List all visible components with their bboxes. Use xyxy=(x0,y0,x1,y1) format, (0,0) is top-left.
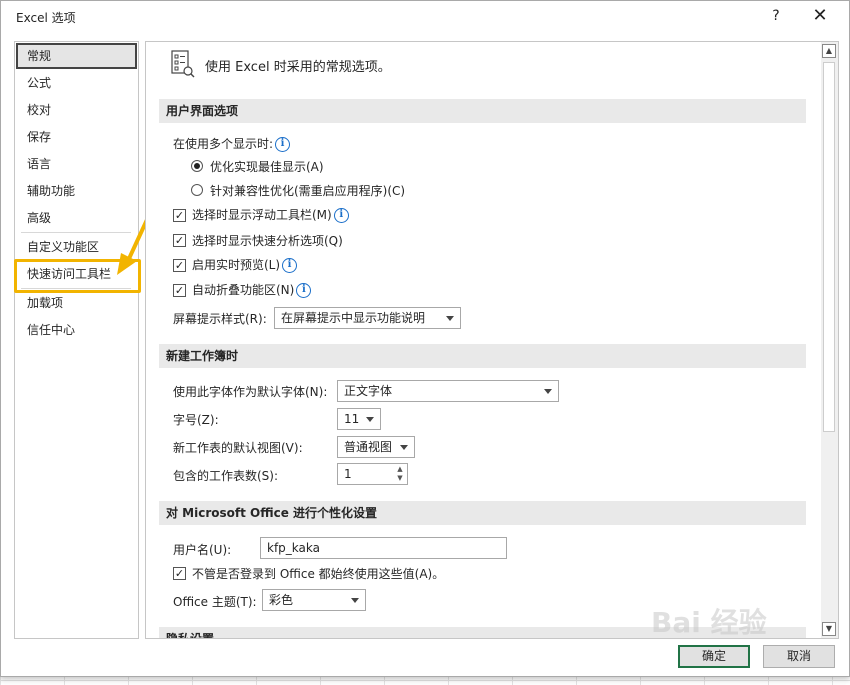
options-content-panel: 使用 Excel 时采用的常规选项。 用户界面选项 在使用多个显示时: i 优化实… xyxy=(145,41,839,639)
content-scrollbar[interactable]: ▲ ▼ xyxy=(821,42,838,638)
check-live-preview[interactable]: ✓ xyxy=(173,259,186,272)
font-size-label: 字号(Z): xyxy=(173,413,219,427)
tooltip-style-dropdown[interactable]: 在屏幕提示中显示功能说明 xyxy=(274,307,461,329)
username-input[interactable]: kfp_kaka xyxy=(260,537,507,559)
help-button[interactable]: ? xyxy=(766,5,786,27)
chevron-down-icon xyxy=(366,417,374,422)
nav-item-trust-center[interactable]: 信任中心 xyxy=(16,317,137,343)
default-font-label: 使用此字体作为默认字体(N): xyxy=(173,385,328,399)
tooltip-style-label: 屏幕提示样式(R): xyxy=(173,312,267,326)
check-always-use-label: 不管是否登录到 Office 都始终使用这些值(A)。 xyxy=(192,567,445,581)
check-live-preview-text: 启用实时预览(L) xyxy=(192,258,281,272)
radio-optimize-display[interactable] xyxy=(191,160,203,172)
sheet-count-value: 1 xyxy=(344,467,352,481)
radio-compat-display[interactable] xyxy=(191,184,203,196)
section-ui-options: 用户界面选项 xyxy=(159,99,806,123)
nav-item-addins[interactable]: 加载项 xyxy=(16,290,137,316)
nav-item-general[interactable]: 常规 xyxy=(16,43,137,69)
chevron-down-icon xyxy=(351,598,359,603)
chevron-down-icon xyxy=(544,389,552,394)
info-icon[interactable]: i xyxy=(282,258,298,273)
scroll-up-icon[interactable]: ▲ xyxy=(822,44,836,58)
nav-item-save[interactable]: 保存 xyxy=(16,124,137,150)
watermark-logo: Bai 经验 xyxy=(651,601,811,661)
check-quick-analysis[interactable]: ✓ xyxy=(173,234,186,247)
scroll-thumb[interactable] xyxy=(823,62,835,432)
check-always-use[interactable]: ✓ xyxy=(173,567,186,580)
section-new-workbook: 新建工作簿时 xyxy=(159,344,806,368)
check-mini-toolbar-label: 选择时显示浮动工具栏(M) i xyxy=(192,206,349,223)
spin-arrows-icon[interactable]: ▲ ▼ xyxy=(395,465,405,483)
multi-display-text: 在使用多个显示时: xyxy=(173,137,274,151)
radio-optimize-label: 优化实现最佳显示(A) xyxy=(210,160,324,174)
office-theme-value: 彩色 xyxy=(269,593,294,607)
nav-item-language[interactable]: 语言 xyxy=(16,151,137,177)
check-collapse-ribbon[interactable]: ✓ xyxy=(173,284,186,297)
close-button[interactable]: ✕ xyxy=(807,5,833,27)
scroll-down-icon[interactable]: ▼ xyxy=(822,622,836,636)
category-nav: 常规 公式 校对 保存 语言 辅助功能 高级 自定义功能区 快速访问工具栏 加载… xyxy=(14,41,139,639)
section-personalize: 对 Microsoft Office 进行个性化设置 xyxy=(159,501,806,525)
sheet-count-label: 包含的工作表数(S): xyxy=(173,469,279,483)
tooltip-style-value: 在屏幕提示中显示功能说明 xyxy=(281,311,426,325)
info-icon[interactable]: i xyxy=(275,137,291,152)
watermark-text: Bai 经验 xyxy=(651,606,767,639)
title-bar: Excel 选项 ? ✕ xyxy=(1,1,849,33)
nav-item-formulas[interactable]: 公式 xyxy=(16,70,137,96)
info-icon[interactable]: i xyxy=(333,208,349,223)
general-options-icon xyxy=(171,50,195,78)
font-size-dropdown[interactable]: 11 xyxy=(337,408,381,430)
default-view-value: 普通视图 xyxy=(344,440,393,454)
check-quick-analysis-label: 选择时显示快速分析选项(Q) xyxy=(192,234,343,248)
check-mini-toolbar[interactable]: ✓ xyxy=(173,209,186,222)
font-size-value: 11 xyxy=(344,412,360,426)
multi-display-label: 在使用多个显示时: i xyxy=(173,135,291,152)
default-view-label: 新工作表的默认视图(V): xyxy=(173,441,303,455)
check-collapse-ribbon-text: 自动折叠功能区(N) xyxy=(192,283,295,297)
check-mini-toolbar-text: 选择时显示浮动工具栏(M) xyxy=(192,208,332,222)
sheet-count-stepper[interactable]: 1 ▲ ▼ xyxy=(337,463,408,485)
check-collapse-ribbon-label: 自动折叠功能区(N) i xyxy=(192,281,312,298)
office-theme-label: Office 主题(T): xyxy=(173,595,257,609)
nav-item-proofing[interactable]: 校对 xyxy=(16,97,137,123)
window-title: Excel 选项 xyxy=(16,11,76,25)
default-font-value: 正文字体 xyxy=(344,384,393,398)
excel-options-dialog: Excel 选项 ? ✕ 常规 公式 校对 保存 语言 辅助功能 高级 自定义功… xyxy=(0,0,850,677)
default-font-dropdown[interactable]: 正文字体 xyxy=(337,380,559,402)
check-live-preview-label: 启用实时预览(L) i xyxy=(192,256,298,273)
office-theme-dropdown[interactable]: 彩色 xyxy=(262,589,366,611)
username-label: 用户名(U): xyxy=(173,543,232,557)
radio-compat-label: 针对兼容性优化(需重启应用程序)(C) xyxy=(210,184,406,198)
chevron-down-icon xyxy=(446,316,454,321)
chevron-down-icon xyxy=(400,445,408,450)
page-heading: 使用 Excel 时采用的常规选项。 xyxy=(205,60,391,75)
default-view-dropdown[interactable]: 普通视图 xyxy=(337,436,415,458)
info-icon[interactable]: i xyxy=(296,283,312,298)
